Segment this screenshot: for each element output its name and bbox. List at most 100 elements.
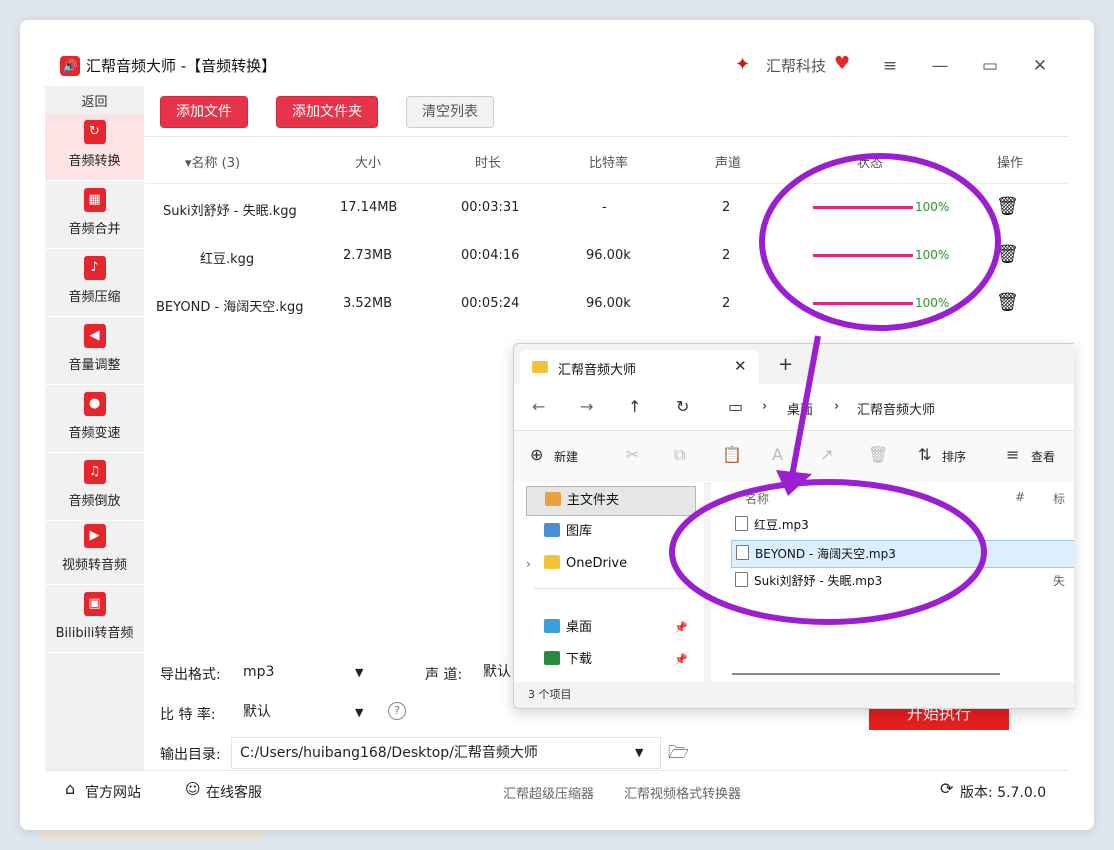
file-duration: 00:05:24	[461, 296, 520, 311]
file-name: BEYOND - 海阔天空.kgg	[156, 300, 304, 315]
file-channels: 2	[722, 200, 731, 215]
copy-icon[interactable]: ⧉	[674, 445, 685, 465]
close-icon[interactable]: ✕	[734, 357, 747, 375]
folder-icon	[544, 555, 560, 569]
delete-icon[interactable]: 🗑	[868, 445, 888, 464]
minimize-button[interactable]: —	[928, 54, 952, 78]
sort-icon: ⇅	[918, 445, 932, 464]
support-link[interactable]: 在线客服	[206, 782, 262, 802]
sidebar-item-reverse[interactable]: ♫ 音频倒放	[45, 454, 144, 521]
bitrate-value: 默认	[243, 704, 271, 720]
refresh-icon[interactable]: ↻	[676, 397, 689, 416]
horizontal-scrollbar[interactable]	[732, 673, 1000, 675]
trash-icon[interactable]: 🗑	[996, 244, 1019, 265]
trash-icon[interactable]: 🗑	[996, 196, 1019, 217]
nav-item-label: OneDrive	[566, 556, 628, 571]
explorer-nav-pane: 主文件夹 图库 › OneDrive 桌面 📌 下载 📌	[514, 482, 704, 682]
title-bar: 🔊 汇帮音频大师 -【音频转换】 ✦ 汇帮科技 ♥ ≡ — ▭ ✕	[20, 20, 1094, 86]
column-size[interactable]: 大小	[355, 152, 381, 171]
column-bitrate[interactable]: 比特率	[589, 152, 628, 171]
file-item[interactable]: Suki刘舒妤 - 失眠.mp3 失	[731, 568, 1074, 594]
video-converter-link[interactable]: 汇帮视频格式转换器	[624, 783, 741, 802]
trash-icon[interactable]: 🗑	[996, 292, 1019, 313]
column-number[interactable]: #	[1015, 490, 1025, 504]
output-path-field[interactable]: C:/Users/huibang168/Desktop/汇帮音频大师	[231, 737, 661, 769]
paste-icon[interactable]: 📋	[722, 445, 742, 464]
nav-gallery[interactable]: 图库	[526, 518, 694, 546]
audio-file-icon	[736, 545, 749, 560]
close-button[interactable]: ✕	[1028, 54, 1052, 78]
sidebar-item-volume[interactable]: ◀ 音量调整	[45, 318, 144, 385]
sidebar-item-label: 音频倒放	[68, 494, 121, 509]
sidebar-item-video-to-audio[interactable]: ▶ 视频转音频	[45, 518, 144, 585]
heart-icon[interactable]: ♥	[834, 53, 850, 74]
file-item[interactable]: BEYOND - 海阔天空.mp3	[731, 540, 1074, 568]
cut-icon[interactable]: ✂	[626, 445, 639, 464]
folder-icon[interactable]: 🗁	[668, 740, 689, 769]
nav-home-folder[interactable]: 主文件夹	[526, 486, 696, 516]
file-bitrate: -	[602, 200, 607, 215]
sidebar-item-bilibili[interactable]: ▣ Bilibili转音频	[45, 586, 144, 653]
nav-desktop[interactable]: 桌面 📌	[526, 614, 694, 642]
column-name[interactable]: 名称	[745, 490, 769, 507]
merge-icon: ▦	[83, 188, 106, 212]
nav-item-label: 图库	[566, 524, 593, 539]
chevron-right-icon[interactable]: ›	[526, 550, 531, 578]
column-name[interactable]: ▾名称 (3)	[185, 152, 240, 171]
up-arrow-icon[interactable]: ↑	[628, 397, 641, 416]
add-file-button[interactable]: 添加文件	[160, 96, 248, 128]
new-button[interactable]: 新建	[554, 448, 578, 465]
view-button[interactable]: 查看	[1031, 448, 1055, 465]
chevron-down-icon[interactable]: ▼	[355, 706, 363, 719]
back-arrow-icon[interactable]: ←	[532, 397, 545, 416]
back-link[interactable]: 返回	[45, 91, 144, 110]
help-icon[interactable]: ?	[388, 702, 406, 720]
format-value: mp3	[243, 664, 275, 680]
table-row[interactable]: Suki刘舒妤 - 失眠.kgg 17.14MB 00:03:31 - 2 10…	[145, 184, 1069, 232]
maximize-button[interactable]: ▭	[978, 54, 1002, 78]
nav-onedrive[interactable]: › OneDrive	[526, 550, 694, 578]
footer: ⌂ 官方网站 ☺ 在线客服 汇帮超级压缩器 汇帮视频格式转换器 ⟳ 版本: 5.…	[45, 770, 1069, 811]
file-item-name: Suki刘舒妤 - 失眠.mp3	[754, 574, 883, 588]
chevron-down-icon[interactable]: ▼	[635, 746, 643, 759]
sidebar-item-speed[interactable]: ● 音频变速	[45, 386, 144, 453]
file-item[interactable]: 红豆.mp3	[731, 512, 1074, 538]
file-size: 17.14MB	[340, 200, 398, 215]
computer-icon[interactable]: ▭	[728, 397, 743, 416]
forward-arrow-icon[interactable]: →	[580, 397, 593, 416]
download-icon	[544, 651, 560, 665]
website-link[interactable]: 官方网站	[85, 782, 141, 802]
compressor-link[interactable]: 汇帮超级压缩器	[503, 783, 594, 802]
add-folder-button[interactable]: 添加文件夹	[276, 96, 378, 128]
pin-icon[interactable]: 📌	[674, 614, 688, 642]
sidebar-item-label: 音频转换	[68, 154, 121, 169]
volume-icon: ◀	[83, 324, 106, 348]
menu-icon[interactable]: ≡	[878, 54, 902, 78]
breadcrumb-desktop[interactable]: 桌面	[787, 399, 813, 418]
table-row[interactable]: BEYOND - 海阔天空.kgg 3.52MB 00:05:24 96.00k…	[145, 280, 1069, 328]
film-icon: ▶	[83, 524, 106, 548]
sidebar-item-compress[interactable]: ♪ 音频压缩	[45, 250, 144, 317]
sidebar-item-merge[interactable]: ▦ 音频合并	[45, 182, 144, 249]
explorer-tab[interactable]: 汇帮音频大师 ✕	[520, 350, 758, 384]
sidebar-item-label: 视频转音频	[61, 558, 127, 573]
chevron-down-icon[interactable]: ▼	[355, 666, 363, 679]
sort-button[interactable]: 排序	[942, 448, 966, 465]
rename-icon[interactable]: A	[772, 445, 783, 464]
pin-icon[interactable]: 📌	[674, 646, 688, 674]
breadcrumb-current[interactable]: 汇帮音频大师	[857, 399, 935, 418]
channel-label: 声 道:	[425, 667, 463, 683]
new-tab-icon[interactable]: +	[778, 356, 793, 374]
column-title[interactable]: 标	[1053, 490, 1065, 507]
column-status[interactable]: 状态	[857, 152, 883, 171]
explorer-tab-title: 汇帮音频大师	[558, 363, 637, 378]
column-channels[interactable]: 声道	[715, 152, 741, 171]
folder-icon	[532, 361, 548, 373]
column-action[interactable]: 操作	[997, 152, 1023, 171]
clear-list-button[interactable]: 清空列表	[406, 96, 494, 128]
sidebar-item-convert[interactable]: ↻ 音频转换	[45, 114, 144, 181]
share-icon[interactable]: ↗	[820, 445, 833, 464]
column-duration[interactable]: 时长	[475, 152, 501, 171]
table-row[interactable]: 红豆.kgg 2.73MB 00:04:16 96.00k 2 100% 🗑	[145, 232, 1069, 280]
nav-downloads[interactable]: 下载 📌	[526, 646, 694, 674]
